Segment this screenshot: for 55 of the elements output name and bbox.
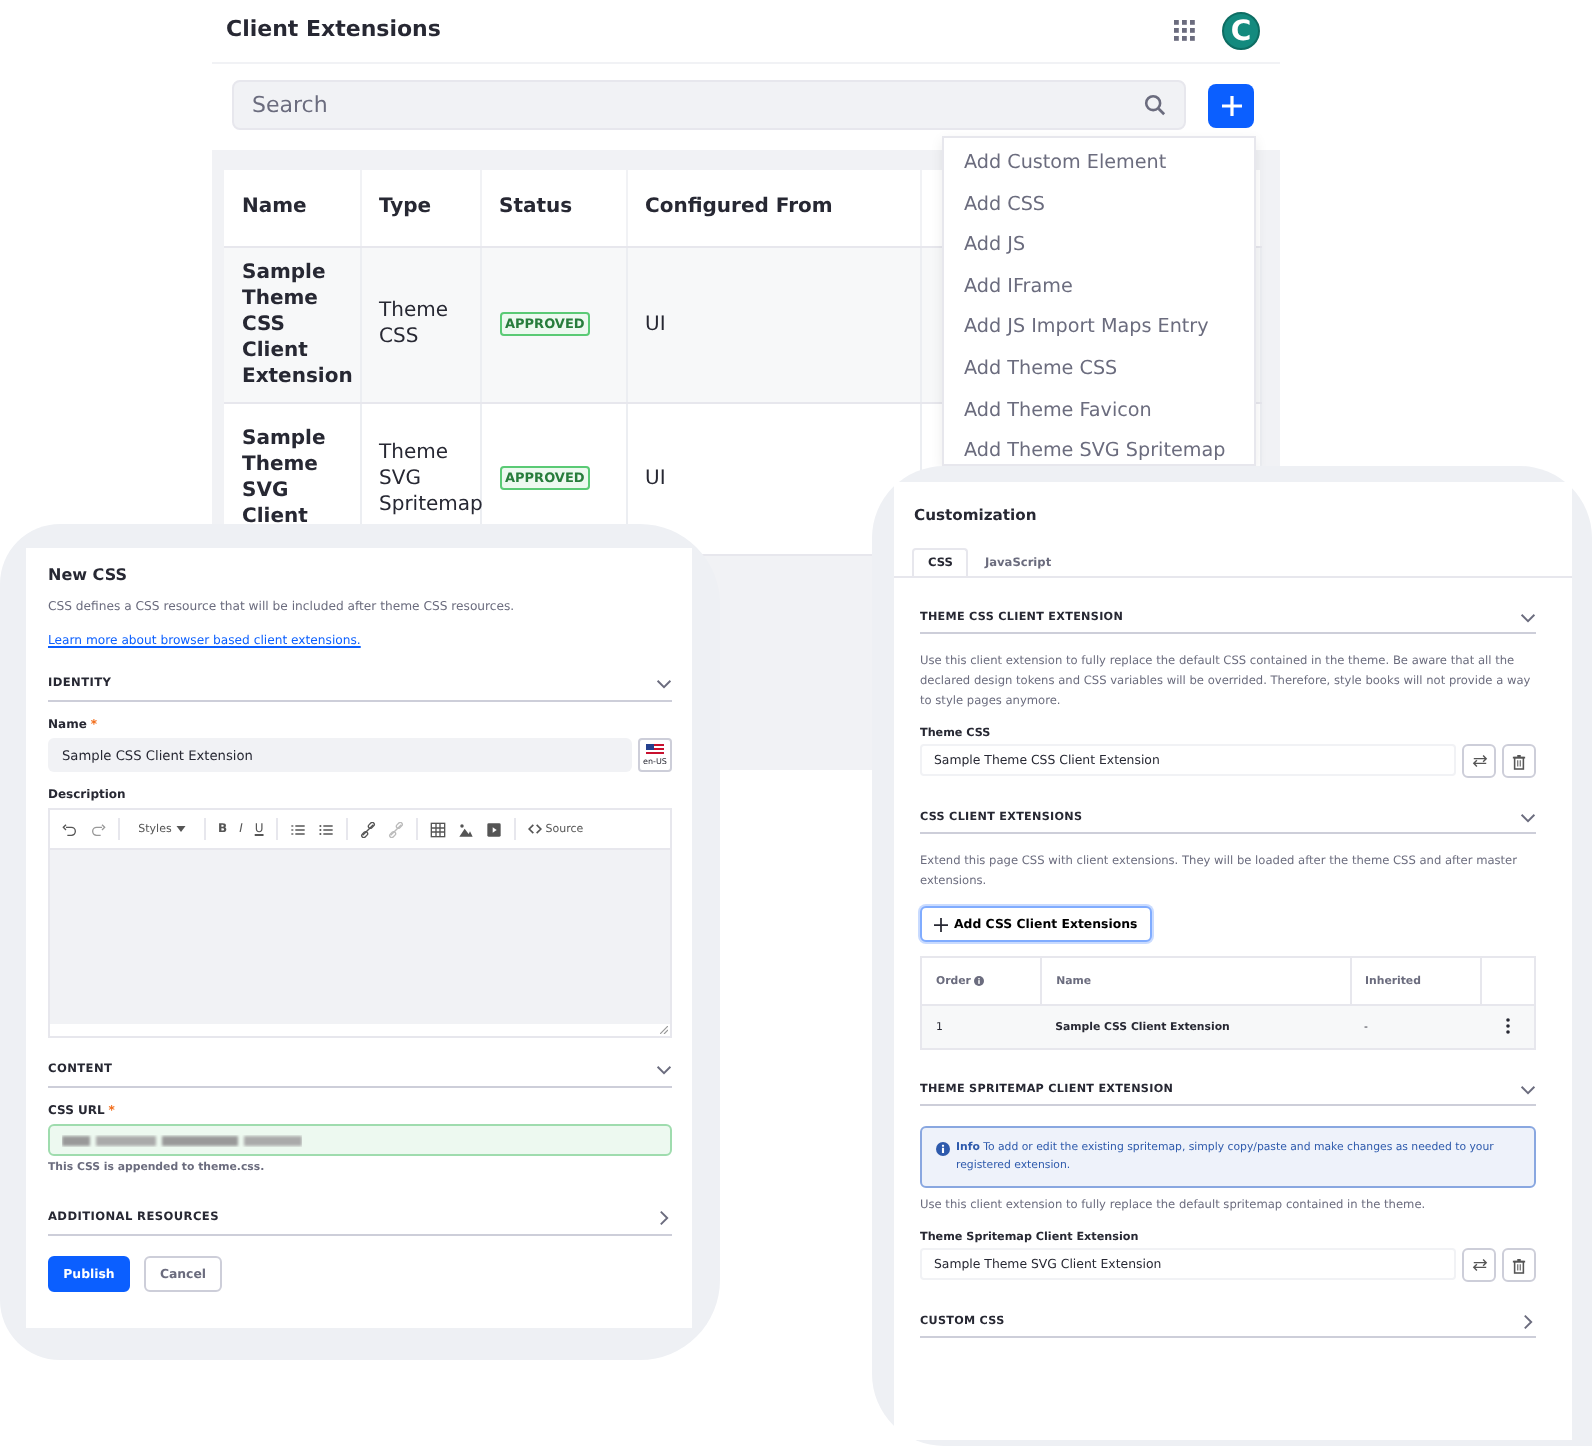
search-icon[interactable] xyxy=(1144,94,1166,116)
menu-item[interactable]: Add Theme Favicon xyxy=(944,391,1254,433)
menu-item[interactable]: Add Theme CSS xyxy=(944,349,1254,392)
numbered-list-icon[interactable] xyxy=(289,821,306,837)
chevron-right-icon[interactable] xyxy=(1520,1314,1536,1330)
menu-item[interactable]: Add CSS xyxy=(944,185,1254,227)
delete-button[interactable] xyxy=(1502,1248,1536,1282)
link-icon[interactable] xyxy=(359,821,376,837)
info-icon xyxy=(936,1142,950,1156)
trash-icon xyxy=(1512,753,1526,769)
flag-icon xyxy=(646,744,664,756)
image-icon[interactable] xyxy=(457,821,474,837)
bullet-list-icon[interactable] xyxy=(317,821,334,837)
chevron-down-icon[interactable] xyxy=(656,676,672,692)
apps-grid-icon[interactable] xyxy=(1174,20,1196,42)
menu-item[interactable]: Add JS Import Maps Entry xyxy=(944,308,1254,350)
menu-item[interactable]: Add Custom Element xyxy=(944,144,1254,186)
column-header: Name xyxy=(224,170,360,246)
column-header: Type xyxy=(360,170,480,246)
caret-icon xyxy=(175,826,186,832)
column-header: Status xyxy=(480,170,626,246)
chevron-down-icon[interactable] xyxy=(656,1062,672,1078)
code-icon xyxy=(527,824,542,834)
page-title: Client Extensions xyxy=(226,16,441,42)
chevron-down-icon[interactable] xyxy=(1520,810,1536,826)
column-header: Configured From xyxy=(626,170,920,246)
chevron-right-icon[interactable] xyxy=(656,1210,672,1226)
info-icon[interactable] xyxy=(974,976,985,986)
video-icon[interactable] xyxy=(485,821,502,837)
search-field[interactable]: Search xyxy=(232,80,1186,130)
user-avatar[interactable]: C xyxy=(1222,12,1260,50)
trash-icon xyxy=(1512,1257,1526,1273)
table-cell: Sample Theme CSS Client Extension xyxy=(224,246,360,402)
plus-icon xyxy=(1219,93,1243,117)
undo-icon[interactable] xyxy=(62,821,78,837)
form-title: New CSS xyxy=(48,566,129,584)
replace-button[interactable] xyxy=(1462,1248,1496,1282)
swap-icon xyxy=(1471,754,1487,768)
delete-button[interactable] xyxy=(1502,744,1536,778)
swap-icon xyxy=(1471,1258,1487,1272)
plus-icon xyxy=(934,917,948,931)
more-options-icon[interactable] xyxy=(1505,1017,1510,1033)
menu-item[interactable]: Add JS xyxy=(944,226,1254,268)
menu-item[interactable]: Add Theme SVG Spritemap xyxy=(944,432,1254,464)
chevron-down-icon[interactable] xyxy=(1520,1082,1536,1098)
table-cell: Theme CSS xyxy=(360,246,480,402)
chevron-down-icon[interactable] xyxy=(1520,610,1536,626)
table-icon[interactable] xyxy=(429,821,446,837)
url-field[interactable] xyxy=(48,1124,672,1156)
replace-button[interactable] xyxy=(1462,744,1496,778)
table-cell: UI xyxy=(626,246,920,402)
redo-icon[interactable] xyxy=(90,821,106,837)
add-button[interactable] xyxy=(1208,83,1254,127)
menu-item[interactable]: Add IFrame xyxy=(944,267,1254,309)
resize-handle-icon[interactable] xyxy=(660,1026,668,1034)
